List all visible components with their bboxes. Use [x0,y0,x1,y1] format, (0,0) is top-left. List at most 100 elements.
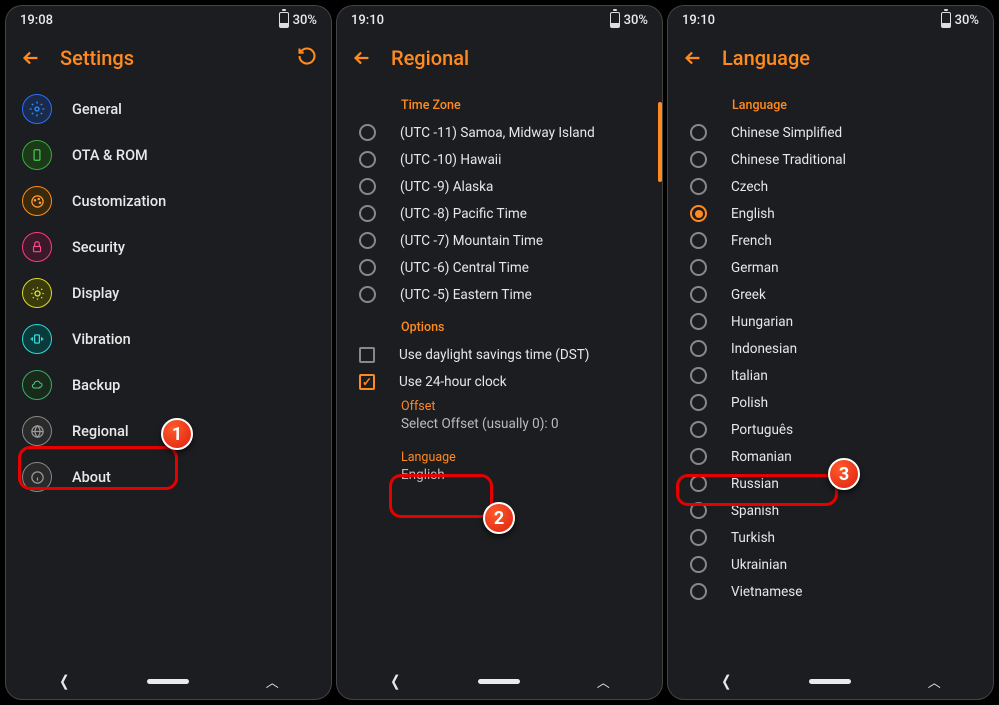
sidebar-item-label: Vibration [72,331,131,348]
checkbox-icon [359,347,375,363]
timezone-option[interactable]: (UTC -10) Hawaii [337,146,662,173]
sidebar-item-backup[interactable]: Backup [6,362,331,408]
radio-icon [359,151,376,168]
language-option[interactable]: Greek [668,281,993,308]
language-option[interactable]: Polish [668,389,993,416]
battery-status: 30% [941,12,979,28]
sidebar-item-general[interactable]: General [6,86,331,132]
page-title: Regional [391,46,648,70]
language-option[interactable]: Czech [668,173,993,200]
language-label: Ukrainian [731,557,787,573]
back-icon[interactable] [351,47,373,69]
nav-home-icon[interactable] [478,679,520,684]
titlebar: Language [668,34,993,82]
language-label: Greek [731,287,766,303]
language-option[interactable]: Hungarian [668,308,993,335]
panel-language: 19:10 30% Language Language Chinese Simp… [668,6,993,699]
offset-header: Offset [401,399,646,414]
radio-icon [690,151,707,168]
sidebar-item-security[interactable]: Security [6,224,331,270]
language-list-header: Language [668,86,993,119]
nav-back-icon[interactable]: ❮ [59,672,69,690]
panel-regional: 19:10 30% Regional Time Zone (UTC -11) S… [337,6,662,699]
nav-recent-icon[interactable]: ︿ [266,672,279,691]
language-option[interactable]: Chinese Traditional [668,146,993,173]
language-label: French [731,233,772,249]
timezone-option[interactable]: (UTC -11) Samoa, Midway Island [337,119,662,146]
language-block[interactable]: Language English [337,446,662,487]
sidebar-item-regional[interactable]: Regional [6,408,331,454]
radio-icon [690,502,707,519]
radio-icon [690,421,707,438]
lock-icon [22,232,52,262]
nav-back-icon[interactable]: ❮ [721,672,731,690]
radio-icon [359,232,376,249]
palette-icon [22,186,52,216]
radio-icon [690,448,707,465]
checkbox-icon: ✓ [359,374,375,390]
language-option[interactable]: German [668,254,993,281]
settings-list: General OTA & ROM Customization Security… [6,82,331,663]
language-option[interactable]: Chinese Simplified [668,119,993,146]
radio-icon [690,529,707,546]
radio-icon [690,259,707,276]
titlebar: Settings [6,34,331,82]
reset-icon[interactable] [297,46,317,71]
language-option[interactable]: Ukrainian [668,551,993,578]
language-label: Chinese Traditional [731,152,846,168]
timezone-option[interactable]: (UTC -9) Alaska [337,173,662,200]
statusbar: 19:08 30% [6,6,331,34]
sidebar-item-label: About [72,469,111,486]
nav-home-icon[interactable] [809,679,851,684]
radio-icon [690,178,707,195]
radio-icon [690,313,707,330]
language-header: Language [401,450,646,465]
sidebar-item-display[interactable]: Display [6,270,331,316]
offset-block[interactable]: Offset Select Offset (usually 0): 0 [337,395,662,436]
radio-icon [690,286,707,303]
clock: 19:10 [682,13,715,28]
language-option[interactable]: Indonesian [668,335,993,362]
sidebar-item-customization[interactable]: Customization [6,178,331,224]
language-option[interactable]: Vietnamese [668,578,993,605]
nav-home-icon[interactable] [147,679,189,684]
back-icon[interactable] [20,47,42,69]
radio-icon [690,394,707,411]
nav-recent-icon[interactable]: ︿ [597,672,610,691]
sidebar-item-label: Customization [72,193,166,210]
offset-value: Select Offset (usually 0): 0 [401,416,646,432]
language-option[interactable]: Romanian [668,443,993,470]
timezone-label: (UTC -5) Eastern Time [400,287,532,303]
language-option[interactable]: French [668,227,993,254]
panel-settings: 19:08 30% Settings General OTA & ROM Cus… [6,6,331,699]
timezone-label: (UTC -8) Pacific Time [400,206,527,222]
sidebar-item-ota[interactable]: OTA & ROM [6,132,331,178]
radio-icon [690,232,707,249]
nav-back-icon[interactable]: ❮ [390,672,400,690]
option-checkbox[interactable]: ✓ Use 24-hour clock [337,368,662,395]
language-option[interactable]: Italian [668,362,993,389]
sidebar-item-about[interactable]: About [6,454,331,500]
timezone-option[interactable]: (UTC -6) Central Time [337,254,662,281]
radio-icon [359,259,376,276]
language-option[interactable]: English [668,200,993,227]
option-checkbox[interactable]: Use daylight savings time (DST) [337,341,662,368]
timezone-option[interactable]: (UTC -8) Pacific Time [337,200,662,227]
language-option[interactable]: Português [668,416,993,443]
sidebar-item-vibration[interactable]: Vibration [6,316,331,362]
language-label: Polish [731,395,768,411]
option-label: Use daylight savings time (DST) [399,347,590,363]
battery-status: 30% [279,12,317,28]
radio-icon [359,124,376,141]
nav-recent-icon[interactable]: ︿ [928,672,941,691]
back-icon[interactable] [682,47,704,69]
language-option[interactable]: Russian [668,470,993,497]
timezone-option[interactable]: (UTC -5) Eastern Time [337,281,662,308]
timezone-option[interactable]: (UTC -7) Mountain Time [337,227,662,254]
language-option[interactable]: Spanish [668,497,993,524]
language-option[interactable]: Turkish [668,524,993,551]
navbar: ❮ ︿ [6,663,331,699]
sidebar-item-label: Security [72,239,125,256]
info-icon [22,462,52,492]
language-value: English [401,467,646,483]
